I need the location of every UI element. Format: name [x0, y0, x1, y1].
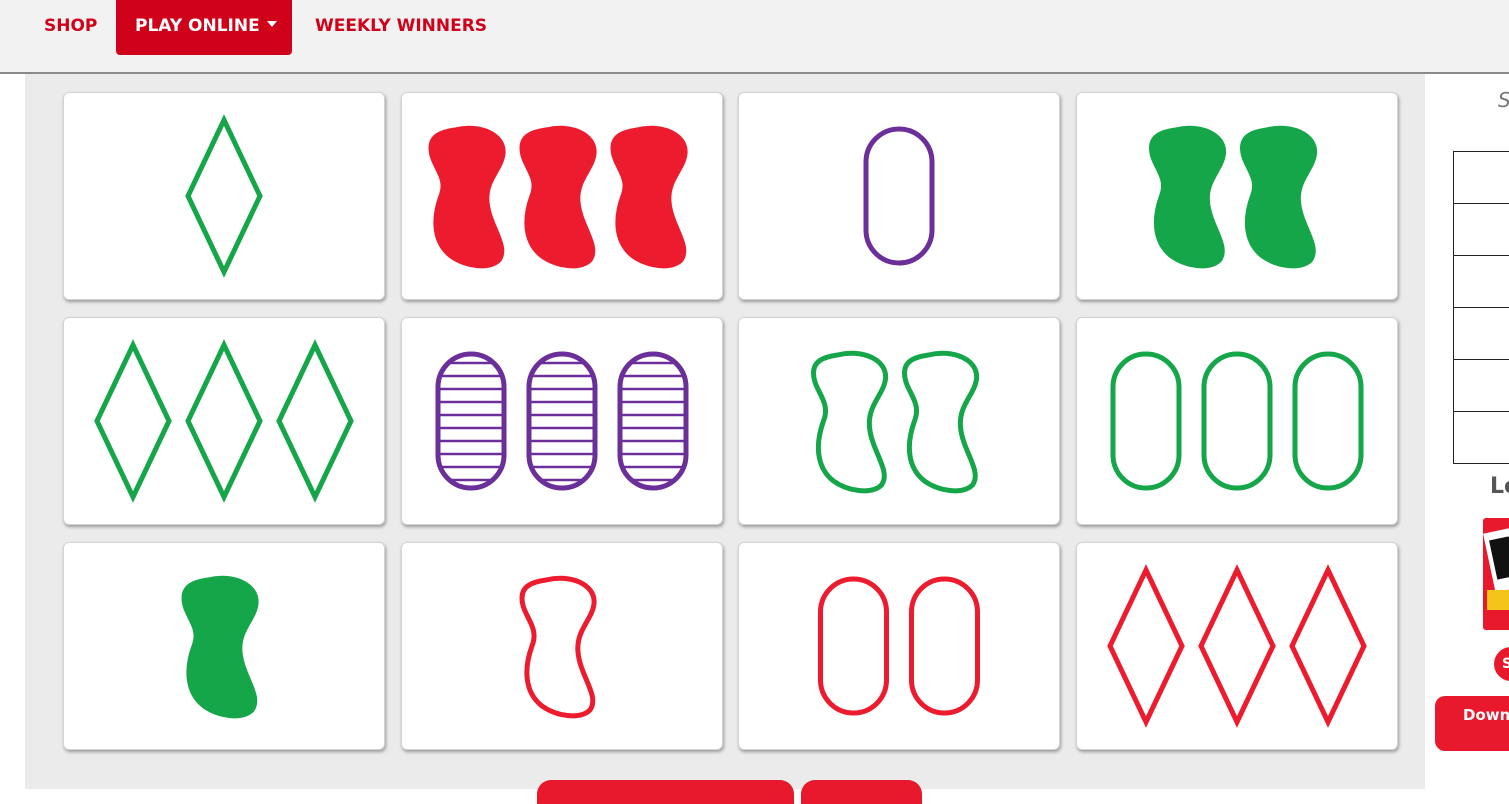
card-symbols	[402, 93, 722, 299]
card-symbols	[1077, 543, 1397, 749]
set-card[interactable]	[1076, 92, 1398, 300]
card-symbols	[64, 318, 384, 524]
top-navbar: SHOP PLAY ONLINE WEEKLY WINNERS	[0, 0, 1509, 74]
nav-play-online-dropdown[interactable]: PLAY ONLINE	[116, 0, 292, 55]
table-row	[1454, 360, 1509, 412]
card-symbols	[739, 318, 1059, 524]
oval-symbol	[438, 354, 504, 488]
set-card[interactable]	[63, 542, 385, 750]
squiggle-symbol	[522, 578, 594, 716]
squiggle-symbol	[184, 578, 256, 716]
nav-weekly-winners-link[interactable]: WEEKLY WINNERS	[296, 0, 506, 55]
chevron-down-icon	[267, 21, 277, 27]
oval-symbol	[1295, 354, 1361, 488]
nav-shop-link[interactable]: SHOP	[25, 0, 116, 55]
oval-symbol	[866, 129, 932, 263]
squiggle-symbol	[1152, 128, 1224, 266]
nav-play-online-label: PLAY ONLINE	[135, 16, 260, 36]
diamond-symbol	[1201, 570, 1273, 722]
card-symbols	[64, 543, 384, 749]
set-card[interactable]	[738, 92, 1060, 300]
diamond-symbol	[97, 345, 169, 497]
set-card[interactable]	[63, 317, 385, 525]
product-image[interactable]	[1483, 518, 1509, 630]
game-secondary-button[interactable]	[801, 780, 922, 804]
card-symbols	[64, 93, 384, 299]
sidebar-top-text: S	[1498, 88, 1509, 112]
set-card[interactable]	[401, 92, 723, 300]
card-symbols	[402, 543, 722, 749]
set-card[interactable]	[1076, 542, 1398, 750]
set-card[interactable]	[1076, 317, 1398, 525]
set-card[interactable]	[738, 542, 1060, 750]
oval-symbol	[1204, 354, 1270, 488]
set-card[interactable]	[63, 92, 385, 300]
game-action-button[interactable]	[537, 780, 794, 804]
table-row	[1454, 412, 1509, 464]
oval-symbol	[529, 354, 595, 488]
set-card[interactable]	[738, 317, 1060, 525]
set-card[interactable]	[401, 317, 723, 525]
oval-symbol	[912, 579, 978, 713]
diamond-symbol	[188, 345, 260, 497]
table-row	[1454, 256, 1509, 308]
card-symbols	[739, 93, 1059, 299]
sidebar-small-button[interactable]: S	[1494, 647, 1509, 681]
found-sets-table	[1453, 151, 1509, 464]
table-row	[1454, 152, 1509, 204]
squiggle-symbol	[1243, 128, 1315, 266]
oval-symbol	[620, 354, 686, 488]
card-symbols	[402, 318, 722, 524]
squiggle-symbol	[814, 353, 886, 491]
download-button[interactable]: Down	[1435, 696, 1509, 751]
table-row	[1454, 204, 1509, 256]
card-symbols	[1077, 318, 1397, 524]
table-row	[1454, 308, 1509, 360]
squiggle-symbol	[431, 128, 503, 266]
card-symbols	[739, 543, 1059, 749]
diamond-symbol	[279, 345, 351, 497]
diamond-symbol	[1292, 570, 1364, 722]
sidebar-heading: Le	[1490, 474, 1509, 499]
squiggle-symbol	[522, 128, 594, 266]
oval-symbol	[821, 579, 887, 713]
oval-symbol	[1113, 354, 1179, 488]
squiggle-symbol	[613, 128, 685, 266]
squiggle-symbol	[905, 353, 977, 491]
diamond-symbol	[188, 120, 260, 272]
set-card[interactable]	[401, 542, 723, 750]
diamond-symbol	[1110, 570, 1182, 722]
card-symbols	[1077, 93, 1397, 299]
